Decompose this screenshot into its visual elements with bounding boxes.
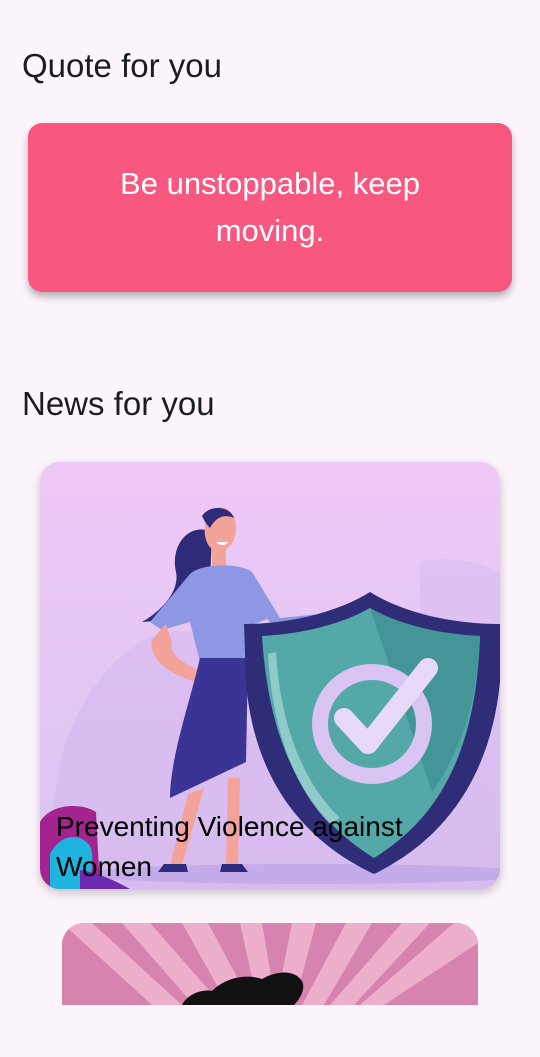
news-section-heading: News for you bbox=[22, 385, 215, 422]
quote-text: Be unstoppable, keep moving. bbox=[120, 166, 420, 248]
quote-section-heading: Quote for you bbox=[22, 47, 222, 84]
news-card[interactable]: Preventing Violence against Women bbox=[40, 462, 500, 889]
news-card-image bbox=[62, 923, 478, 1005]
news-card[interactable] bbox=[62, 923, 478, 1005]
quote-card: Be unstoppable, keep moving. bbox=[28, 123, 512, 292]
news-item-title: Preventing Violence against Women bbox=[56, 811, 403, 882]
